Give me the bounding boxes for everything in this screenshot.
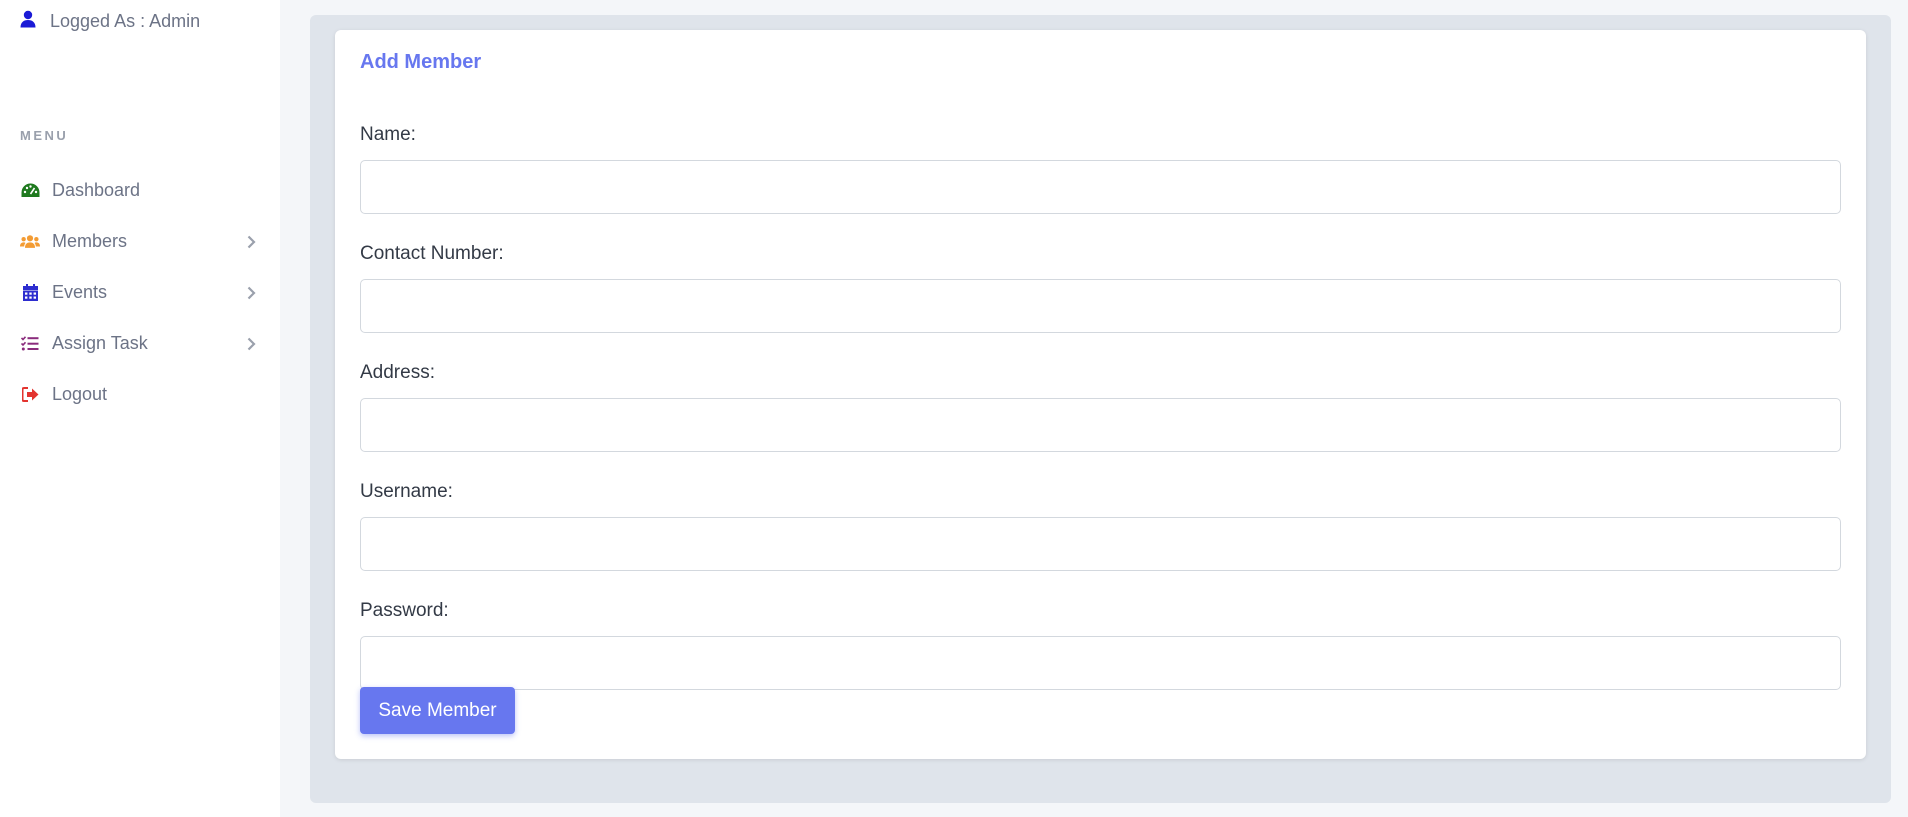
- sidebar-item-label: Events: [52, 282, 108, 302]
- logged-in-user: Logged As : Admin: [20, 10, 200, 33]
- address-input[interactable]: [360, 398, 1841, 452]
- users-icon: [20, 232, 40, 252]
- address-field-group: Address:: [360, 356, 1841, 452]
- sidebar-item-members[interactable]: Members: [0, 216, 280, 267]
- sidebar-item-label: Assign Task: [52, 333, 148, 353]
- app-shell: Logged As : Admin MENU Dashboard Members…: [0, 0, 1908, 817]
- save-member-button[interactable]: Save Member: [360, 687, 515, 734]
- sidebar: Logged As : Admin MENU Dashboard Members…: [0, 0, 280, 817]
- gauge-icon: [20, 181, 40, 201]
- name-field-group: Name:: [360, 118, 1841, 214]
- sidebar-item-label: Dashboard: [52, 180, 141, 200]
- password-field-group: Password:: [360, 594, 1841, 690]
- sidebar-item-events[interactable]: Events: [0, 267, 280, 318]
- page-title: Add Member: [360, 51, 482, 73]
- contact-number-input[interactable]: [360, 279, 1841, 333]
- address-label: Address:: [360, 362, 435, 383]
- password-input[interactable]: [360, 636, 1841, 690]
- menu-heading: MENU: [20, 128, 69, 143]
- logged-in-label: Logged As : Admin: [50, 11, 201, 31]
- add-member-card: Add Member Name: Contact Number: Address…: [335, 30, 1866, 759]
- chevron-right-icon: [244, 286, 258, 300]
- chevron-right-icon: [244, 235, 258, 249]
- password-label: Password:: [360, 600, 449, 621]
- sidebar-item-label: Logout: [52, 384, 108, 404]
- username-label: Username:: [360, 481, 453, 502]
- sidebar-item-dashboard[interactable]: Dashboard: [0, 165, 280, 216]
- user-icon: [20, 10, 36, 33]
- contact-number-label: Contact Number:: [360, 243, 504, 264]
- chevron-right-icon: [244, 337, 258, 351]
- main-content: Add Member Name: Contact Number: Address…: [280, 0, 1908, 817]
- contact-field-group: Contact Number:: [360, 237, 1841, 333]
- sidebar-item-label: Members: [52, 231, 128, 251]
- name-input[interactable]: [360, 160, 1841, 214]
- add-member-form: Name: Contact Number: Address: Username:: [360, 118, 1841, 713]
- tasks-icon: [20, 334, 40, 354]
- username-field-group: Username:: [360, 475, 1841, 571]
- name-label: Name:: [360, 124, 416, 145]
- username-input[interactable]: [360, 517, 1841, 571]
- sidebar-nav: Dashboard Members Events Assign Task Log…: [0, 165, 280, 420]
- sign-out-icon: [20, 385, 40, 405]
- content-panel: Add Member Name: Contact Number: Address…: [310, 15, 1891, 803]
- calendar-icon: [20, 283, 40, 303]
- sidebar-item-assign-task[interactable]: Assign Task: [0, 318, 280, 369]
- sidebar-item-logout[interactable]: Logout: [0, 369, 280, 420]
